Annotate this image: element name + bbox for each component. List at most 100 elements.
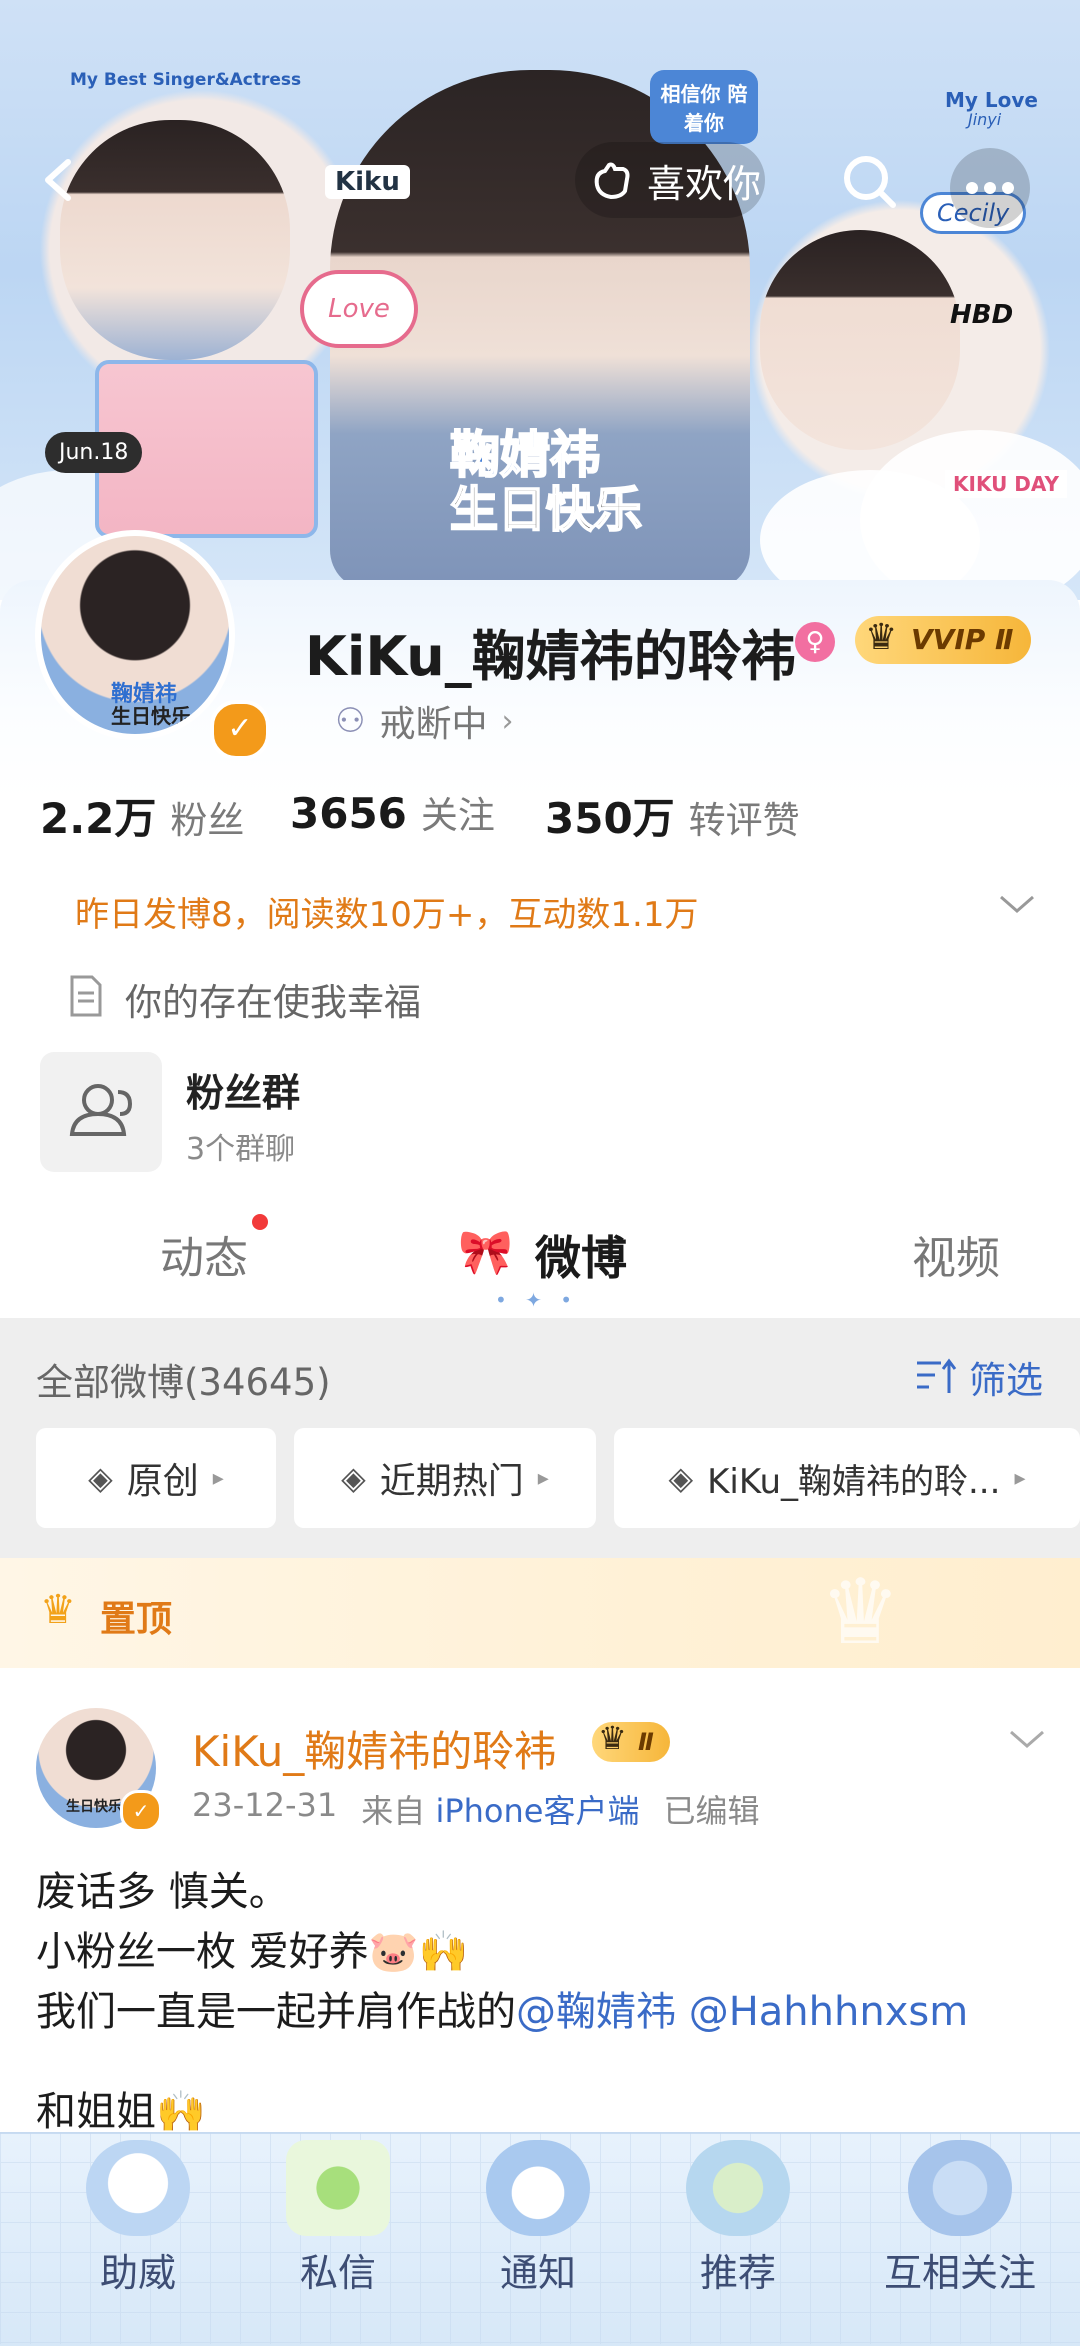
back-arrow-icon [45, 159, 71, 201]
tab-video[interactable]: 视频 [912, 1222, 1000, 1286]
profile-username: KiKu_鞠婧祎的聆袆 [305, 625, 796, 688]
chevron-down-icon [1010, 1730, 1044, 1748]
banner-date-badge: Jun.18 [45, 432, 143, 473]
like-you-label: 喜欢你 [647, 161, 762, 206]
notification-dot [252, 1214, 268, 1230]
banner-my-love-sub: Jinyi [968, 110, 1002, 129]
tabbar-notifications[interactable]: 通知 [478, 2140, 598, 2297]
stat-label: 转评赞 [688, 799, 800, 842]
document-icon [68, 975, 104, 1017]
tab-activity[interactable]: 动态 [160, 1222, 248, 1286]
stat-value: 350万 [545, 794, 675, 843]
post-line: 废话多 慎关。 [36, 1869, 289, 1915]
layers-icon: ◈ [88, 1459, 113, 1497]
chip-account[interactable]: ◈ KiKu_鞠婧祎的聆... ▸ [614, 1428, 1080, 1528]
post-meta: 23-12-31 来自 iPhone客户端 已编辑 [192, 1786, 759, 1832]
stat-interactions[interactable]: 350万 转评赞 [545, 785, 800, 846]
back-button[interactable] [30, 150, 90, 210]
search-icon [844, 156, 896, 208]
post-level-badge: ♛ Ⅱ [592, 1719, 670, 1762]
banner-my-love: My Love [945, 88, 1038, 112]
stat-following[interactable]: 3656 关注 [290, 785, 495, 839]
stat-value: 3656 [290, 789, 407, 838]
tabbar-mutual-follow[interactable]: 互相关注 [880, 2140, 1040, 2297]
hand-heart-icon [594, 162, 630, 200]
post-date: 23-12-31 [192, 1786, 338, 1824]
post-body: 废话多 慎关。 小粉丝一枚 爱好养🐷🙌 我们一直是一起并肩作战的@鞠婧祎 @Ha… [36, 1862, 968, 2142]
caret-right-icon: ▸ [537, 1465, 549, 1491]
layers-icon: ◈ [668, 1459, 694, 1497]
fan-group-subtitle: 3个群聊 [186, 1132, 296, 1167]
chip-label: 原创 [126, 1461, 199, 1502]
banner-hbd: HBD [950, 300, 1014, 330]
gender-female-icon: ♀ [795, 622, 835, 662]
status-row[interactable]: ⚇ 戒断中 › [335, 695, 514, 747]
post-source[interactable]: iPhone客户端 [435, 1792, 639, 1830]
layers-icon: ◈ [341, 1459, 366, 1497]
stat-label: 关注 [420, 794, 495, 837]
post-source-prefix: 来自 [361, 1792, 426, 1830]
all-posts-label: 全部微博(34645) [36, 1361, 331, 1404]
mention-link[interactable]: @Hahhhnxsm [689, 1989, 968, 2035]
chip-label: 近期热门 [379, 1461, 524, 1502]
verified-badge-icon: ✓ [210, 700, 270, 760]
activity-summary: 昨日发博8，阅读数10万+，互动数1.1万 [75, 895, 699, 935]
fan-group-icon-box[interactable] [40, 1052, 162, 1172]
stat-label: 粉丝 [170, 799, 245, 842]
avatar-text-line2: 生日快乐 [111, 704, 191, 728]
pinned-crown-icon: ♛ [40, 1587, 76, 1633]
banner-title-line2: 生日快乐 [449, 481, 643, 539]
mention-link[interactable]: @鞠婧祎 [516, 1989, 676, 2035]
caret-right-icon: ▸ [1014, 1465, 1026, 1491]
chip-recent-hot[interactable]: ◈ 近期热门 ▸ [294, 1428, 596, 1528]
profile-banner: My Best Singer&Actress Kiku 相信你 陪着你 My L… [0, 0, 1080, 600]
tab-weibo[interactable]: 微博 [535, 1222, 627, 1288]
bow-icon: 🎀 [458, 1227, 513, 1278]
post-line: 小粉丝一枚 爱好养🐷🙌 [36, 1929, 469, 1975]
bubbles-icon [686, 2140, 790, 2236]
post-line: 我们一直是一起并肩作战的 [36, 1989, 516, 2035]
tabbar-label: 推荐 [699, 2251, 776, 2295]
avatar[interactable]: 鞠婧祎 生日快乐 [35, 530, 235, 740]
tabbar-recommend[interactable]: 推荐 [678, 2140, 798, 2297]
tabbar-label: 助威 [99, 2251, 176, 2295]
banner-kiku-day: KIKU DAY [945, 470, 1067, 498]
pinned-label: 置顶 [100, 1599, 173, 1640]
tabbar-cheer[interactable]: 助威 [78, 2140, 198, 2297]
filter-button[interactable]: 筛选 [915, 1350, 1043, 1404]
post-menu-button[interactable] [1005, 1722, 1049, 1758]
banner-bubble: 相信你 陪着你 [650, 70, 758, 144]
tabbar-label: 互相关注 [883, 2251, 1036, 2295]
filter-label: 筛选 [969, 1359, 1043, 1402]
cake-icon [486, 2140, 590, 2236]
status-person-icon: ⚇ [335, 701, 366, 741]
post-level-label: Ⅱ [638, 1728, 654, 1756]
crown-icon: ♛ [598, 1719, 627, 1757]
stat-value: 2.2万 [40, 794, 157, 843]
banner-name-tag: Kiku [325, 165, 410, 199]
chip-original[interactable]: ◈ 原创 ▸ [36, 1428, 276, 1528]
tabbar-label: 私信 [299, 2251, 376, 2295]
post-avatar-text: 生日快乐 [66, 1799, 122, 1815]
status-text: 戒断中 [379, 704, 488, 745]
like-you-button[interactable]: 喜欢你 [575, 142, 765, 218]
chevron-down-icon [1000, 895, 1034, 913]
profile-bio: 你的存在使我幸福 [125, 981, 421, 1024]
expand-button[interactable] [995, 885, 1039, 925]
search-button[interactable] [835, 148, 905, 218]
tabbar-messages[interactable]: 私信 [278, 2140, 398, 2297]
filter-sort-icon [917, 1358, 957, 1393]
tab-active-indicator: • ✦ • [495, 1288, 579, 1312]
chevron-right-icon: › [501, 703, 514, 739]
stat-followers[interactable]: 2.2万 粉丝 [40, 785, 244, 846]
post-verified-icon: ✓ [120, 1790, 162, 1832]
more-button[interactable] [950, 148, 1030, 228]
banner-tagline: My Best Singer&Actress [70, 70, 302, 90]
more-dots-icon [966, 182, 1014, 194]
vip-badge[interactable]: ♛ VVIP Ⅱ [855, 616, 1032, 664]
post-author[interactable]: KiKu_鞠婧祎的聆袆 [192, 1718, 556, 1779]
tabbar-label: 通知 [499, 2251, 576, 2295]
fan-group-title[interactable]: 粉丝群 [186, 1062, 300, 1117]
vip-badge-label: VVIP Ⅱ [911, 623, 1014, 656]
apple-icon [286, 2140, 390, 2236]
